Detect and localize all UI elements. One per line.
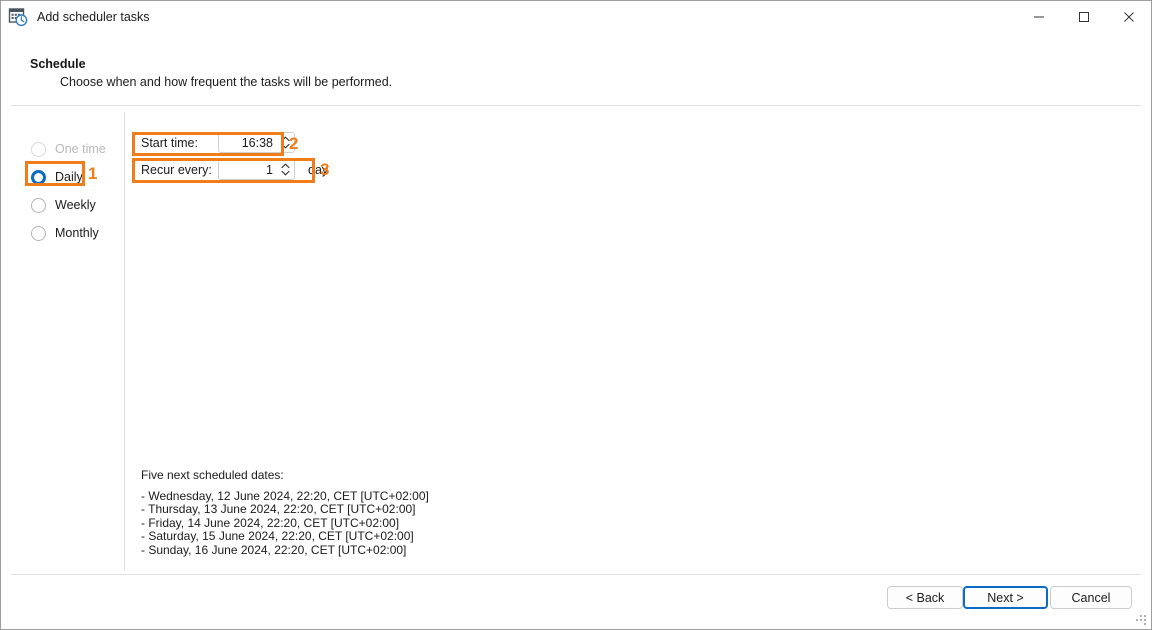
recur-every-value[interactable]: 1: [219, 163, 277, 177]
dialog-body: One time Daily Weekly Monthly Start time…: [1, 106, 1151, 574]
daily-radio-option[interactable]: Daily: [31, 163, 119, 191]
vertical-divider: [124, 112, 125, 570]
calendar-clock-icon: [8, 7, 28, 26]
back-button[interactable]: < Back: [887, 586, 963, 609]
title-bar: Add scheduler tasks: [1, 1, 1151, 32]
next-button[interactable]: Next >: [963, 586, 1048, 609]
start-time-stepper[interactable]: [277, 133, 294, 152]
maximize-button[interactable]: [1061, 1, 1106, 32]
start-time-label: Start time:: [141, 135, 198, 150]
monthly-radio-option[interactable]: Monthly: [31, 219, 119, 247]
next-dates-preview: Five next scheduled dates: - Wednesday, …: [141, 468, 429, 558]
dialog-window: Add scheduler tasks Schedule Choose when…: [0, 0, 1152, 630]
schedule-mode-radio-group: One time Daily Weekly Monthly: [31, 135, 119, 247]
next-date-item: - Sunday, 16 June 2024, 22:20, CET [UTC+…: [141, 542, 407, 557]
window-controls: [1016, 1, 1151, 32]
start-time-field: Start time: 16:38: [141, 132, 328, 153]
one-time-radio-label: One time: [55, 142, 106, 156]
recur-every-unit: day: [308, 162, 329, 177]
recur-every-stepper[interactable]: [277, 160, 294, 179]
daily-radio-label: Daily: [55, 170, 83, 184]
start-time-value[interactable]: 16:38: [219, 136, 277, 150]
chevron-down-icon[interactable]: [281, 170, 290, 176]
monthly-radio-label: Monthly: [55, 226, 99, 240]
resize-grip[interactable]: [1136, 615, 1147, 626]
close-button[interactable]: [1106, 1, 1151, 32]
window-title: Add scheduler tasks: [37, 9, 150, 24]
close-icon: [1123, 11, 1134, 22]
weekly-radio-option[interactable]: Weekly: [31, 191, 119, 219]
next-date-item: - Wednesday, 12 June 2024, 22:20, CET [U…: [141, 488, 429, 503]
recur-every-spinner[interactable]: 1: [218, 159, 295, 180]
chevron-down-icon[interactable]: [281, 143, 290, 149]
next-date-item: - Thursday, 13 June 2024, 22:20, CET [UT…: [141, 502, 416, 517]
page-subtitle: Choose when and how frequent the tasks w…: [60, 75, 393, 89]
page-header: Schedule Choose when and how frequent th…: [1, 32, 1151, 105]
radio-icon: [31, 197, 46, 213]
recur-every-label: Recur every:: [141, 162, 212, 177]
next-date-item: - Saturday, 15 June 2024, 22:20, CET [UT…: [141, 529, 414, 544]
chevron-up-icon[interactable]: [281, 163, 290, 169]
schedule-settings-form: Start time: 16:38 Recur every: 1 day: [141, 132, 328, 186]
minimize-button[interactable]: [1016, 1, 1061, 32]
weekly-radio-label: Weekly: [55, 198, 96, 212]
radio-selected-icon: [31, 169, 46, 185]
radio-icon: [31, 225, 46, 241]
next-date-item: - Friday, 14 June 2024, 22:20, CET [UTC+…: [141, 515, 400, 530]
page-title: Schedule: [30, 57, 86, 71]
minimize-icon: [1033, 16, 1044, 17]
maximize-icon: [1078, 11, 1089, 22]
chevron-up-icon[interactable]: [281, 136, 290, 142]
radio-icon: [31, 141, 46, 157]
one-time-radio-option: One time: [31, 135, 119, 163]
start-time-spinner[interactable]: 16:38: [218, 132, 295, 153]
recur-every-field: Recur every: 1 day: [141, 159, 328, 180]
cancel-button[interactable]: Cancel: [1050, 586, 1132, 609]
dialog-footer: < Back Next > Cancel: [1, 575, 1151, 629]
next-dates-title: Five next scheduled dates:: [141, 468, 284, 482]
